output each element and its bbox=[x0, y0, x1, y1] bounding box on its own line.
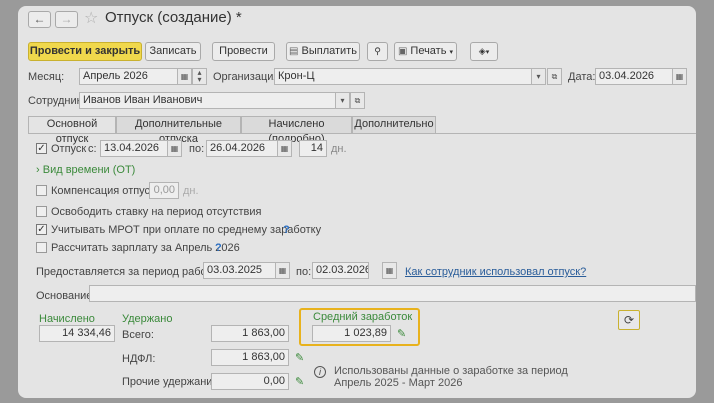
document-window: ← → ☆ Отпуск (создание) * Провести и зак… bbox=[18, 6, 696, 398]
calc-salary-label: Рассчитать зарплату за Апрель 2026 bbox=[51, 242, 240, 254]
arrow-right-icon: → bbox=[60, 12, 73, 26]
organization-field[interactable]: Крон-Ц bbox=[274, 68, 532, 85]
gear-icon: ◈ bbox=[478, 46, 486, 56]
attach-button[interactable]: ⚲ bbox=[367, 42, 388, 61]
withheld-label: Удержано bbox=[122, 313, 173, 325]
month-field[interactable]: Апрель 2026 bbox=[79, 68, 178, 85]
vacation-from-field[interactable]: 13.04.2026 bbox=[100, 140, 168, 157]
days-unit: дн. bbox=[331, 143, 347, 155]
chevron-down-icon: ▾ bbox=[485, 49, 490, 56]
accrued-label: Начислено bbox=[39, 313, 95, 325]
document-icon: ▤ bbox=[289, 46, 299, 57]
calendar-icon[interactable]: ▦ bbox=[672, 68, 687, 85]
print-button-label: Печать bbox=[410, 45, 447, 57]
other-withholdings-label: Прочие удержания: bbox=[122, 376, 222, 388]
free-rate-checkbox[interactable] bbox=[36, 206, 47, 217]
employee-field[interactable]: Иванов Иван Иванович bbox=[79, 92, 336, 109]
post-and-close-button[interactable]: Провести и закрыть bbox=[28, 42, 142, 61]
period-to-field[interactable]: 02.03.2026 bbox=[312, 262, 369, 279]
month-stepper[interactable]: ▴ ▾ bbox=[192, 68, 207, 85]
time-type-label: Вид времени (ОТ) bbox=[42, 164, 136, 176]
month-label: Месяц: bbox=[28, 71, 65, 83]
from-label: с: bbox=[88, 143, 97, 155]
calc-salary-checkbox[interactable] bbox=[36, 242, 47, 253]
tab-main-vacation[interactable]: Основной отпуск bbox=[28, 116, 116, 145]
refresh-icon: ⟳ bbox=[623, 313, 635, 327]
calendar-icon[interactable]: ▦ bbox=[277, 140, 292, 157]
forward-button[interactable]: → bbox=[55, 11, 78, 28]
calendar-icon[interactable]: ▦ bbox=[167, 140, 182, 157]
help-icon[interactable]: ? bbox=[283, 224, 290, 236]
help-icon[interactable]: ? bbox=[215, 242, 222, 254]
period-to-label: по: bbox=[296, 266, 312, 278]
average-earnings-field: 1 023,89 bbox=[312, 325, 391, 342]
calendar-icon[interactable]: ▦ bbox=[275, 262, 290, 279]
vacation-label: Отпуск bbox=[51, 143, 87, 155]
employee-label: Сотрудник: bbox=[28, 95, 85, 107]
date-field[interactable]: 03.04.2026 bbox=[595, 68, 673, 85]
average-earnings-label: Средний заработок bbox=[313, 311, 413, 323]
printer-icon: ▣ bbox=[397, 46, 408, 57]
post-button[interactable]: Провести bbox=[212, 42, 275, 61]
compensation-checkbox[interactable] bbox=[36, 185, 47, 196]
edit-pencil-icon[interactable]: ✎ bbox=[397, 327, 406, 340]
period-label: Предоставляется за период работы с: bbox=[36, 266, 231, 278]
compensation-label: Компенсация отпуска bbox=[51, 185, 162, 197]
tab-additional-vacations[interactable]: Дополнительные отпуска bbox=[116, 116, 241, 145]
edit-pencil-icon[interactable]: ✎ bbox=[295, 375, 304, 388]
compensation-unit: дн. bbox=[183, 185, 199, 197]
accrued-field: 14 334,46 bbox=[39, 325, 115, 342]
date-label: Дата: bbox=[568, 71, 596, 83]
page-title: Отпуск (создание) * bbox=[105, 9, 242, 26]
basis-label: Основание: bbox=[36, 290, 96, 302]
paperclip-icon: ⚲ bbox=[374, 46, 381, 56]
pay-button[interactable]: ▤ Выплатить bbox=[286, 42, 360, 61]
pay-button-label: Выплатить bbox=[301, 45, 357, 57]
total-withheld-field: 1 863,00 bbox=[211, 325, 289, 342]
mrot-label: Учитывать МРОТ при оплате по среднему за… bbox=[51, 224, 322, 236]
ndfl-field: 1 863,00 bbox=[211, 349, 289, 366]
time-type-link[interactable]: › Вид времени (ОТ) bbox=[36, 164, 135, 176]
print-button[interactable]: ▣ Печать ▾ bbox=[394, 42, 457, 61]
compensation-days-field[interactable]: 0,00 bbox=[149, 182, 179, 199]
refresh-button[interactable]: ⟳ bbox=[618, 310, 640, 330]
ndfl-label: НДФЛ: bbox=[122, 353, 156, 365]
chevron-down-icon: ▾ bbox=[449, 49, 454, 56]
chevron-right-icon: › bbox=[36, 164, 40, 176]
free-rate-label: Освободить ставку на период отсутствия bbox=[51, 206, 262, 218]
other-withholdings-field: 0,00 bbox=[211, 373, 289, 390]
info-icon: i bbox=[314, 366, 326, 378]
days-field[interactable]: 14 bbox=[299, 140, 327, 157]
mrot-checkbox[interactable]: ✓ bbox=[36, 224, 47, 235]
vacation-to-field[interactable]: 26.04.2026 bbox=[206, 140, 278, 157]
open-link-icon[interactable]: ⧉ bbox=[547, 68, 562, 85]
vacation-checkbox[interactable]: ✓ bbox=[36, 143, 47, 154]
tab-additional[interactable]: Дополнительно bbox=[352, 116, 436, 133]
save-button[interactable]: Записать bbox=[145, 42, 201, 61]
chevron-down-icon[interactable]: ▾ bbox=[335, 92, 350, 109]
calendar-icon[interactable]: ▦ bbox=[177, 68, 192, 85]
favorite-star-icon[interactable]: ☆ bbox=[84, 8, 98, 28]
calendar-icon[interactable]: ▦ bbox=[382, 262, 397, 279]
more-actions-button[interactable]: ◈▾ bbox=[470, 42, 498, 61]
edit-pencil-icon[interactable]: ✎ bbox=[295, 351, 304, 364]
tab-divider bbox=[28, 133, 696, 134]
total-withheld-label: Всего: bbox=[122, 329, 154, 341]
basis-field[interactable] bbox=[89, 285, 696, 302]
earnings-period-note: Использованы данные о заработке за перио… bbox=[334, 365, 568, 389]
chevron-down-icon[interactable]: ▾ bbox=[531, 68, 546, 85]
how-used-link[interactable]: Как сотрудник использовал отпуск? bbox=[405, 266, 586, 278]
open-link-icon[interactable]: ⧉ bbox=[350, 92, 365, 109]
tab-accrued-detailed[interactable]: Начислено (подробно) bbox=[241, 116, 352, 145]
to-label: по: bbox=[189, 143, 205, 155]
back-button[interactable]: ← bbox=[28, 11, 51, 28]
arrow-left-icon: ← bbox=[33, 12, 46, 26]
period-from-field[interactable]: 03.03.2025 bbox=[203, 262, 276, 279]
organization-label: Организация: bbox=[213, 71, 283, 83]
